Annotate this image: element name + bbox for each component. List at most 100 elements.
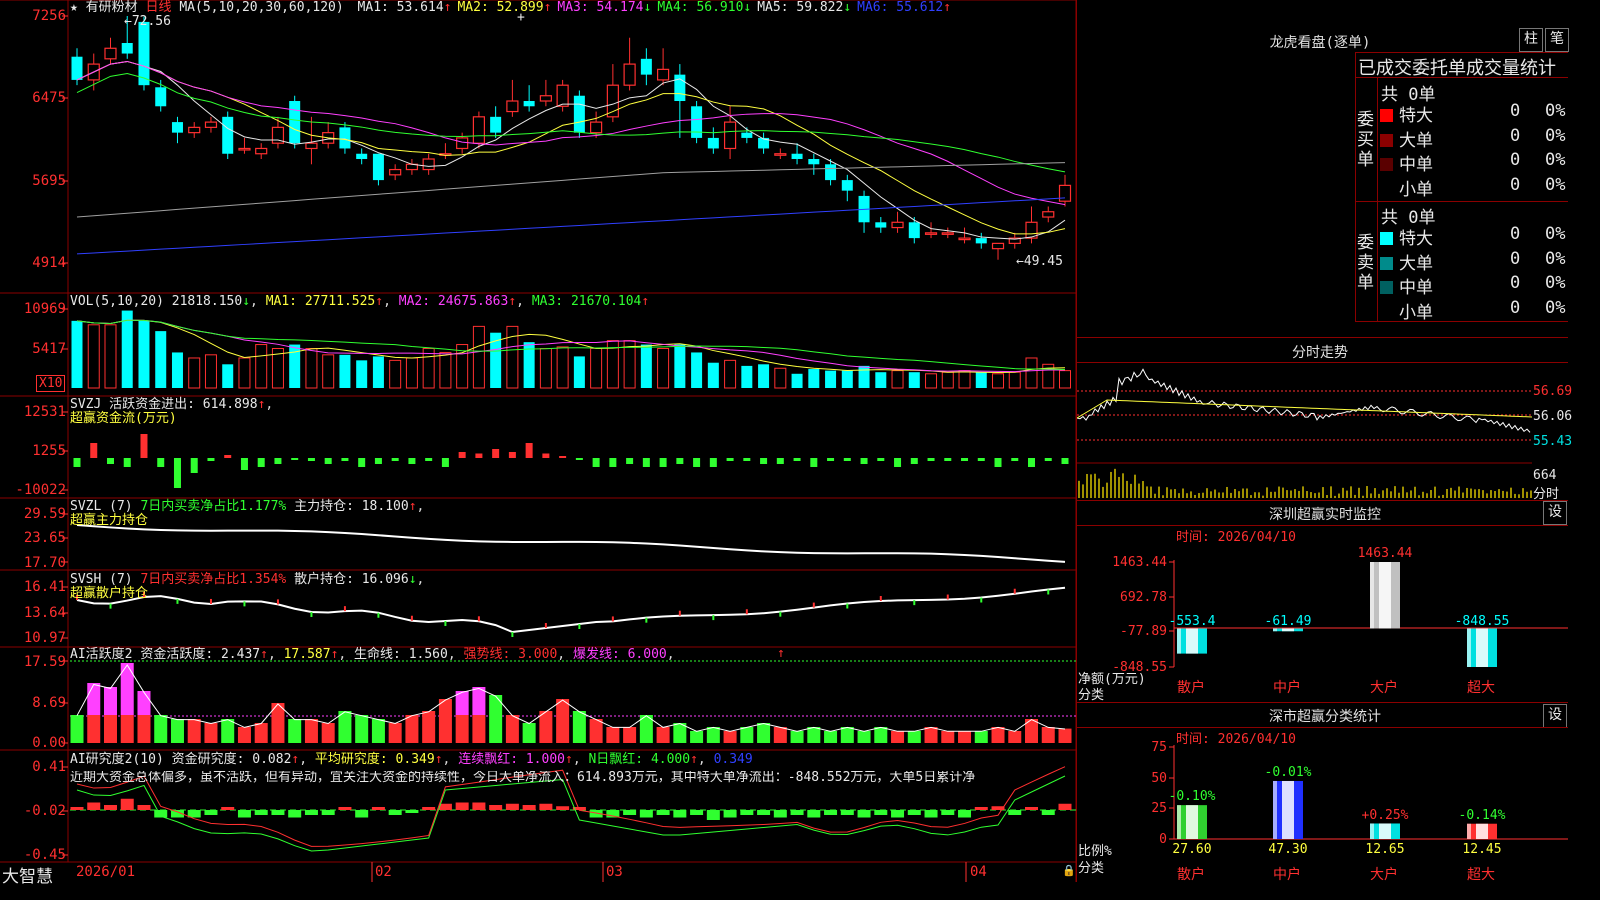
candle[interactable] (1043, 206, 1054, 222)
activity-bar (372, 719, 385, 743)
category-label: 散户 (1177, 679, 1205, 696)
candle[interactable] (842, 175, 853, 201)
candle[interactable] (507, 80, 518, 117)
lhb-tab-bar[interactable]: 柱 (1519, 28, 1543, 52)
svsh-ytick-2: 10.97 (0, 631, 66, 645)
candle[interactable] (423, 154, 434, 175)
research-bar (774, 810, 787, 818)
research-bar (1008, 810, 1021, 815)
candle[interactable] (239, 138, 250, 154)
candle[interactable] (674, 64, 685, 138)
candle[interactable] (306, 117, 317, 164)
activity-bar (238, 727, 251, 743)
main-ytick-0: 7256 (0, 9, 66, 23)
buy-row[interactable]: 大单 0 0% (1380, 126, 1433, 150)
color-swatch (1380, 257, 1393, 270)
candle[interactable] (557, 80, 568, 112)
research-bar (204, 810, 217, 815)
research-bar (941, 810, 954, 815)
activity-bar (87, 683, 100, 715)
candle[interactable] (289, 96, 300, 149)
buy-row[interactable]: 中单 0 0% (1380, 150, 1433, 174)
sell-row[interactable]: 大单 0 0% (1380, 249, 1433, 273)
candle[interactable] (373, 154, 384, 186)
research-bar (472, 803, 485, 811)
candle[interactable] (189, 122, 200, 138)
sell-row[interactable]: 小单 0 0% (1380, 298, 1433, 322)
color-swatch (1380, 281, 1393, 294)
candle[interactable] (775, 148, 786, 159)
fenshi-chart[interactable] (1077, 363, 1532, 498)
candle[interactable] (339, 122, 350, 154)
candle[interactable] (993, 243, 1004, 259)
candle[interactable] (1009, 233, 1020, 249)
candle[interactable] (574, 90, 585, 137)
candle[interactable] (490, 106, 501, 138)
candle[interactable] (272, 117, 283, 149)
bar-value-label: -553.4 (1169, 614, 1216, 629)
vol-ma2: MA2: 24675.863 (399, 294, 509, 309)
lhb-tab-tick[interactable]: 笔 (1545, 28, 1569, 52)
fenshi-title[interactable]: 分时走势 (1260, 342, 1380, 362)
candle[interactable] (356, 148, 367, 164)
candle[interactable] (406, 159, 417, 175)
candle[interactable] (256, 143, 267, 159)
candle[interactable] (725, 106, 736, 159)
sell-row[interactable]: 中单 0 0% (1380, 273, 1433, 297)
volume-bar (909, 372, 920, 388)
monitor-settings-button[interactable]: 设 (1543, 501, 1567, 525)
star-icon[interactable]: ★ (70, 0, 78, 15)
candle[interactable] (540, 80, 551, 106)
ma-value-3: MA3: 54.174↓ (557, 0, 651, 15)
candle[interactable] (641, 48, 652, 85)
classify-settings-button[interactable]: 设 (1543, 704, 1567, 728)
candle[interactable] (172, 117, 183, 143)
candle[interactable] (658, 48, 669, 85)
category-bar (1273, 781, 1303, 839)
candle[interactable] (1060, 175, 1071, 207)
buy-row-label: 中单 (1399, 155, 1433, 175)
volume-bar (842, 371, 853, 388)
candle[interactable] (222, 112, 233, 159)
candle[interactable] (758, 133, 769, 154)
vol-title: VOL(5,10,20) (70, 294, 164, 309)
candle[interactable] (892, 212, 903, 233)
fund-flow-bar (174, 458, 181, 488)
candle[interactable] (524, 85, 535, 111)
candle[interactable] (457, 133, 468, 154)
candle[interactable] (105, 38, 116, 64)
candle[interactable] (390, 164, 401, 180)
activity-bar (891, 731, 904, 743)
candle[interactable] (624, 38, 635, 91)
fund-flow-bar (241, 458, 248, 470)
candle[interactable] (926, 222, 937, 238)
candle[interactable] (440, 143, 451, 159)
left-chart-svg[interactable] (0, 0, 1077, 882)
sell-row[interactable]: 特大 0 0% (1380, 224, 1433, 248)
ma-value-6: MA6: 55.612↑ (857, 0, 951, 15)
candle[interactable] (959, 228, 970, 244)
buy-row[interactable]: 小单 0 0% (1380, 175, 1433, 199)
candle[interactable] (859, 191, 870, 233)
buy-row-pct: 0% (1545, 175, 1565, 195)
candle[interactable] (808, 154, 819, 175)
candle[interactable] (708, 127, 719, 153)
activity-bar (925, 727, 938, 743)
candle[interactable] (875, 217, 886, 233)
candle[interactable] (323, 122, 334, 148)
buy-row[interactable]: 特大 0 0% (1380, 101, 1433, 125)
candle[interactable] (205, 117, 216, 133)
sell-row-label: 大单 (1399, 254, 1433, 274)
candle[interactable] (909, 217, 920, 243)
classify-chart: 7550250-0.10%散户27.60-0.01%中户47.30+0.25%大… (1077, 727, 1568, 882)
candle[interactable] (976, 233, 987, 249)
activity-bar (657, 727, 670, 743)
svzj-ytick-0: 12531 (0, 405, 66, 419)
research-bar (925, 810, 938, 818)
volume-bar (875, 372, 886, 388)
research-bar (1059, 804, 1072, 810)
category-label: 超大 (1467, 867, 1495, 882)
candle[interactable] (691, 101, 702, 143)
period-label[interactable]: 日线 (146, 0, 172, 15)
candle[interactable] (942, 228, 953, 239)
